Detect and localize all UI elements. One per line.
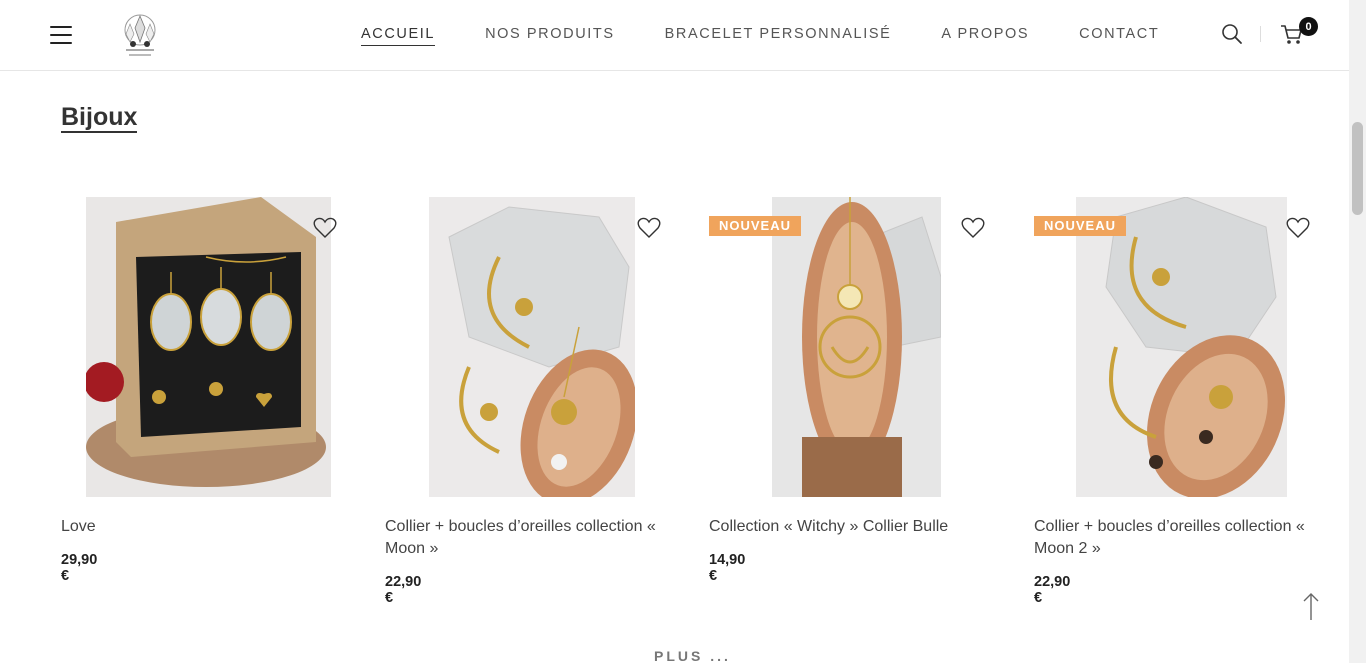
wishlist-heart-icon[interactable] [1286,217,1310,239]
cart-count-badge: 0 [1299,17,1318,36]
product-price: 14,90 € [709,552,746,584]
site-header: ACCUEIL NOS PRODUITS BRACELET PERSONNALI… [0,0,1349,71]
wishlist-heart-icon[interactable] [637,217,661,239]
scrollbar-thumb[interactable] [1352,122,1363,215]
product-name[interactable]: Love [61,516,346,538]
product-price: 22,90 € [1034,574,1071,606]
section-title[interactable]: Bijoux [61,103,138,133]
nav-contact[interactable]: CONTACT [1079,26,1159,46]
new-badge: NOUVEAU [1034,216,1127,236]
nav-accueil[interactable]: ACCUEIL [361,26,436,46]
header-divider [1260,26,1261,42]
nav-bracelet-personnalise[interactable]: BRACELET PERSONNALISÉ [665,26,892,46]
product-price: 29,90 € [61,552,98,584]
product-name[interactable]: Collier + boucles d’oreilles collection … [385,516,670,560]
scrollbar-track[interactable] [1349,0,1366,663]
product-image[interactable] [86,197,331,497]
product-price: 22,90 € [385,574,422,606]
back-to-top-arrow-icon[interactable] [1301,592,1321,622]
nav-nos-produits[interactable]: NOS PRODUITS [485,26,615,46]
wishlist-heart-icon[interactable] [313,217,337,239]
product-name[interactable]: Collier + boucles d’oreilles collection … [1034,516,1319,560]
new-badge: NOUVEAU [709,216,802,236]
product-image[interactable] [1076,197,1287,497]
wishlist-heart-icon[interactable] [961,217,985,239]
hamburger-menu-icon[interactable] [50,26,72,44]
product-image[interactable] [772,197,941,497]
product-name[interactable]: Collection « Witchy » Collier Bulle [709,516,994,538]
product-image[interactable] [429,197,635,497]
site-logo[interactable] [118,8,162,64]
more-products-link[interactable]: PLUS ... [654,648,731,664]
main-navigation: ACCUEIL NOS PRODUITS BRACELET PERSONNALI… [361,26,1209,46]
search-icon[interactable] [1221,23,1243,45]
nav-a-propos[interactable]: A PROPOS [941,26,1029,46]
